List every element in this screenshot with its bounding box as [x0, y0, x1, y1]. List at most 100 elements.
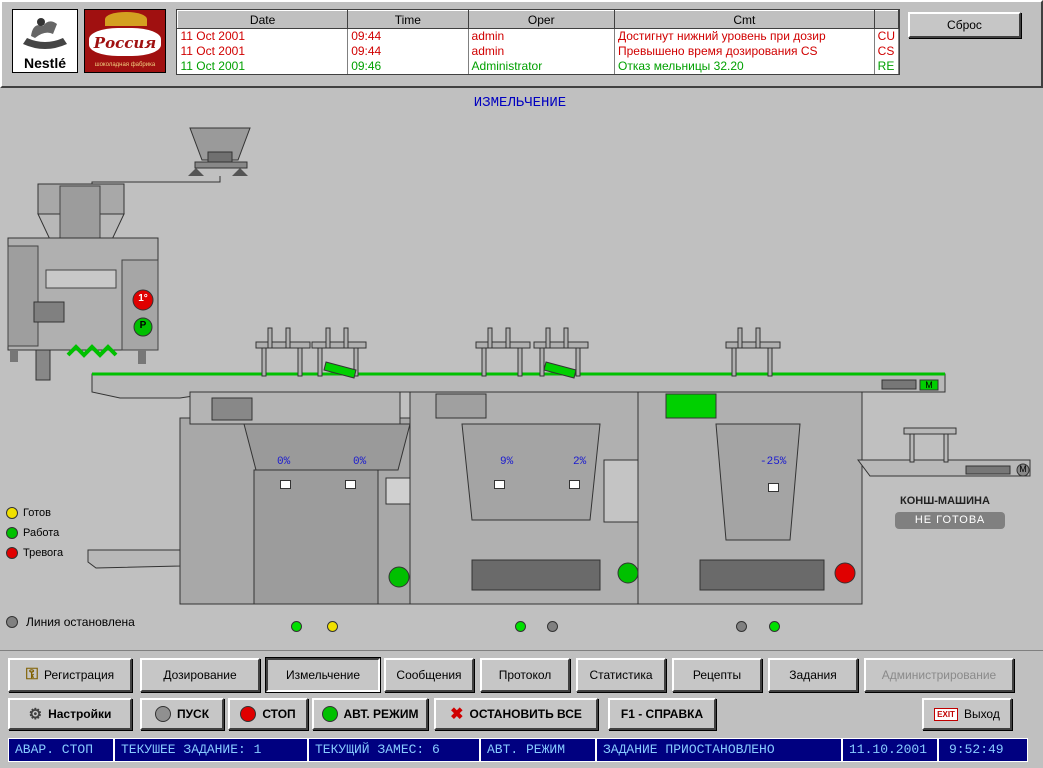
legend: Готов Работа Тревога	[6, 503, 63, 563]
mixer-label-1: 1°	[138, 293, 148, 304]
alarm-date: 11 Oct 2001	[177, 43, 349, 59]
status-current-batch: ТЕКУЩИЙ ЗАМЕС: 6	[308, 738, 480, 762]
nav-messages[interactable]: Сообщения	[384, 658, 474, 692]
diverters	[255, 327, 781, 379]
settings-button[interactable]: ⚙ Настройки	[8, 698, 132, 730]
alarm-oper: Administrator	[468, 58, 615, 74]
start-button[interactable]: ПУСК	[140, 698, 224, 730]
column-cmt[interactable]: Cmt	[613, 10, 875, 29]
alarm-time: 09:44	[347, 28, 469, 44]
alarm-comment: Отказ мельницы 32.20	[614, 58, 875, 74]
alarm-comment: Достигнут нижний уровень при дозир	[614, 28, 875, 44]
green-lamp-icon	[321, 706, 338, 722]
legend-item-running: Работа	[6, 523, 63, 543]
feed-hopper	[91, 127, 251, 188]
alarm-row[interactable]: 11 Oct 2001 09:46 Administrator Отказ ме…	[177, 58, 899, 74]
gray-lamp-icon	[154, 706, 171, 722]
alarm-row[interactable]: 11 Oct 2001 09:44 admin Превышено время …	[177, 43, 899, 59]
exit-icon: EXIT	[934, 707, 958, 721]
alarm-table-header: Date Time Oper Cmt	[177, 10, 899, 29]
status-emergency: АВАР. СТОП	[8, 738, 114, 762]
status-lamp	[327, 621, 338, 632]
rossiya-text: Россия	[93, 34, 157, 52]
conche-motor-label: M	[1019, 464, 1027, 474]
nav-registration[interactable]: ⚿ Регистрация	[8, 658, 132, 692]
conche-label: КОНШ-МАШИНА	[900, 495, 990, 507]
status-lamp	[769, 621, 780, 632]
mill-2-left-percent: 9%	[500, 456, 514, 468]
status-time: 9:52:49	[938, 738, 1028, 762]
nav-grinding[interactable]: Измельчение	[265, 657, 381, 693]
exit-button[interactable]: EXIT Выход	[922, 698, 1012, 730]
mill-1-right-percent: 0%	[353, 456, 367, 468]
legend-item-alarm: Тревога	[6, 543, 63, 563]
key-icon: ⚿	[25, 666, 39, 683]
mill-2	[409, 391, 651, 605]
rossiya-subtext: шоколадная фабрика	[94, 62, 156, 68]
status-lamp	[515, 621, 526, 632]
stop-button[interactable]: СТОП	[228, 698, 308, 730]
column-extra[interactable]	[873, 10, 899, 29]
nest-icon	[23, 18, 67, 49]
nav-statistics[interactable]: Статистика	[576, 658, 666, 692]
alarm-time: 09:44	[347, 43, 469, 59]
settings-icon: ⚙	[28, 706, 43, 723]
bottom-panel	[0, 650, 1043, 651]
line-status-dot-icon	[6, 616, 18, 628]
mill-1	[179, 391, 419, 605]
conche-status: НЕ ГОТОВА	[895, 512, 1005, 529]
red-lamp-icon	[240, 706, 257, 722]
alarm-time: 09:46	[347, 58, 469, 74]
alarm-date: 11 Oct 2001	[177, 58, 349, 74]
reset-button[interactable]: Сброс	[908, 12, 1021, 38]
column-time[interactable]: Time	[347, 10, 469, 29]
nestle-text: Nestlé	[23, 55, 67, 71]
column-date[interactable]: Date	[177, 10, 349, 29]
mixer-label-2: P	[139, 320, 147, 331]
nestle-logo: Nestlé	[12, 9, 78, 73]
x-icon: ✖	[450, 706, 464, 723]
mixer	[7, 183, 159, 381]
process-diagram	[7, 127, 1031, 605]
alarm-extra: RE	[874, 58, 899, 74]
mill-indicator	[345, 480, 356, 489]
mill-1-left-percent: 0%	[277, 456, 291, 468]
alarm-oper: admin	[468, 28, 615, 44]
legend-item-ready: Готов	[6, 503, 63, 523]
status-lamp	[547, 621, 558, 632]
alarm-dot-icon	[6, 547, 18, 559]
status-current-task: ТЕКУШЕЕ ЗАДАНИЕ: 1	[114, 738, 308, 762]
alarm-row[interactable]: 11 Oct 2001 09:44 admin Достигнут нижний…	[177, 28, 899, 44]
nav-administration[interactable]: Администрирование	[864, 658, 1014, 692]
stop-all-button[interactable]: ✖ ОСТАНОВИТЬ ВСЕ	[434, 698, 598, 730]
status-date: 11.10.2001	[842, 738, 938, 762]
alarm-comment: Превышено время дозирования CS	[614, 43, 875, 59]
mill-3-percent: -25%	[760, 456, 787, 468]
line-status: Линия остановлена	[6, 615, 135, 629]
process-title: ИЗМЕЛЬЧЕНИЕ	[473, 95, 567, 111]
mill-indicator	[280, 480, 291, 489]
status-mode: АВТ. РЕЖИМ	[480, 738, 596, 762]
mill-3	[637, 391, 863, 605]
help-button[interactable]: F1 - СПРАВКА	[608, 698, 716, 730]
auto-mode-button[interactable]: АВТ. РЕЖИМ	[312, 698, 428, 730]
nav-protocol[interactable]: Протокол	[480, 658, 570, 692]
nav-recipes[interactable]: Рецепты	[672, 658, 762, 692]
running-dot-icon	[6, 527, 18, 539]
status-lamp	[291, 621, 302, 632]
conveyor-motor-label: M	[925, 380, 933, 390]
alarm-extra: CS	[874, 43, 899, 59]
mill-2-right-percent: 2%	[573, 456, 587, 468]
rossiya-logo: Россия шоколадная фабрика	[84, 9, 166, 73]
nav-dosing[interactable]: Дозирование	[140, 658, 260, 692]
alarm-date: 11 Oct 2001	[177, 28, 349, 44]
mill-indicator	[569, 480, 580, 489]
alarm-table[interactable]: Date Time Oper Cmt 11 Oct 2001 09:44 adm…	[176, 9, 900, 75]
alarm-oper: admin	[468, 43, 615, 59]
ready-dot-icon	[6, 507, 18, 519]
nav-tasks[interactable]: Задания	[768, 658, 858, 692]
status-lamp	[736, 621, 747, 632]
column-oper[interactable]: Oper	[467, 10, 615, 29]
mill-indicator	[494, 480, 505, 489]
status-task-state: ЗАДАНИЕ ПРИОСТАНОВЛЕНО	[596, 738, 842, 762]
